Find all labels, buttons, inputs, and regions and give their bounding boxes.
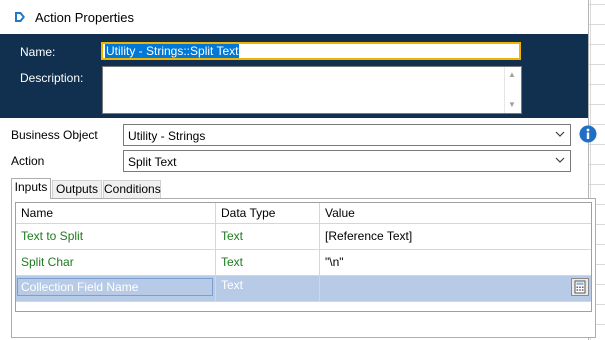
chevron-down-icon: [555, 157, 565, 163]
table-row[interactable]: Text to Split Text [Reference Text]: [16, 224, 591, 250]
action-label: Action: [11, 154, 45, 168]
header-panel: Name: Utility - Strings::Split Text Desc…: [0, 34, 588, 118]
inputs-grid: Name Data Type Value Text to Split Text …: [15, 202, 592, 312]
action-dropdown[interactable]: Split Text: [123, 150, 571, 172]
action-value: Split Text: [128, 155, 177, 169]
row-value-cell[interactable]: "\n": [320, 250, 591, 275]
description-scrollbar[interactable]: ▲ ▼: [504, 67, 521, 113]
tab-inputs[interactable]: Inputs: [11, 178, 51, 199]
app-icon: [13, 10, 27, 24]
form-area: Business Object Utility - Strings Action…: [0, 118, 597, 340]
row-data-type-cell: Text: [216, 276, 320, 301]
name-field[interactable]: Utility - Strings::Split Text: [101, 42, 521, 60]
business-object-value: Utility - Strings: [128, 129, 206, 143]
info-icon[interactable]: [579, 125, 597, 143]
table-row[interactable]: Split Char Text "\n": [16, 250, 591, 276]
action-properties-dialog: Action Properties Name: Utility - String…: [0, 0, 597, 340]
grid-header-row: Name Data Type Value: [16, 203, 591, 224]
column-header-value[interactable]: Value: [320, 203, 591, 223]
description-field[interactable]: ▲ ▼: [102, 66, 522, 114]
collection-field-name-input[interactable]: Collection Field Name: [17, 278, 213, 296]
title-bar: Action Properties: [0, 0, 588, 34]
row-data-type-cell: Text: [216, 224, 320, 249]
row-value-cell[interactable]: [320, 276, 591, 301]
table-row-selected[interactable]: Collection Field Name Text: [16, 276, 591, 302]
description-label: Description:: [20, 71, 84, 85]
scroll-up-icon[interactable]: ▲: [508, 70, 516, 80]
row-name-cell: Collection Field Name: [16, 276, 216, 301]
tab-conditions[interactable]: Conditions: [103, 180, 161, 198]
chevron-down-icon: [555, 131, 565, 137]
column-header-name[interactable]: Name: [16, 203, 216, 223]
row-value-cell[interactable]: [Reference Text]: [320, 224, 591, 249]
row-data-type-cell: Text: [216, 250, 320, 275]
business-object-dropdown[interactable]: Utility - Strings: [123, 124, 571, 146]
name-field-value: Utility - Strings::Split Text: [105, 44, 240, 58]
calculator-icon: [574, 280, 586, 294]
row-name-cell[interactable]: Text to Split: [16, 224, 216, 249]
column-header-data-type[interactable]: Data Type: [216, 203, 320, 223]
name-label: Name:: [20, 45, 56, 59]
business-object-label: Business Object: [11, 128, 98, 142]
tab-outputs[interactable]: Outputs: [52, 180, 102, 198]
row-name-cell[interactable]: Split Char: [16, 250, 216, 275]
scroll-down-icon[interactable]: ▼: [508, 100, 516, 110]
window-title: Action Properties: [35, 10, 134, 25]
inputs-tab-panel: Name Data Type Value Text to Split Text …: [11, 198, 596, 338]
calculator-button[interactable]: [571, 278, 589, 296]
